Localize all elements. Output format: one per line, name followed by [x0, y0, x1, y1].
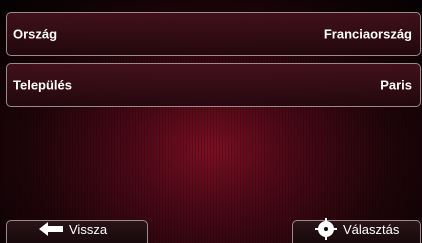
city-value: Paris — [380, 77, 412, 93]
back-button[interactable]: Vissza — [6, 220, 148, 243]
select-button[interactable]: Választás — [292, 218, 421, 243]
country-label: Ország — [13, 26, 58, 42]
screen: Ország Franciaország Település Paris Vis… — [0, 0, 422, 243]
country-value: Franciaország — [323, 26, 412, 42]
crosshair-icon — [315, 218, 337, 240]
select-button-label: Választás — [343, 221, 400, 237]
country-field[interactable]: Ország Franciaország — [6, 12, 421, 56]
city-field[interactable]: Település Paris — [6, 63, 421, 107]
back-button-label: Vissza — [69, 221, 108, 237]
arrow-left-icon — [39, 222, 63, 236]
city-label: Település — [13, 77, 73, 93]
